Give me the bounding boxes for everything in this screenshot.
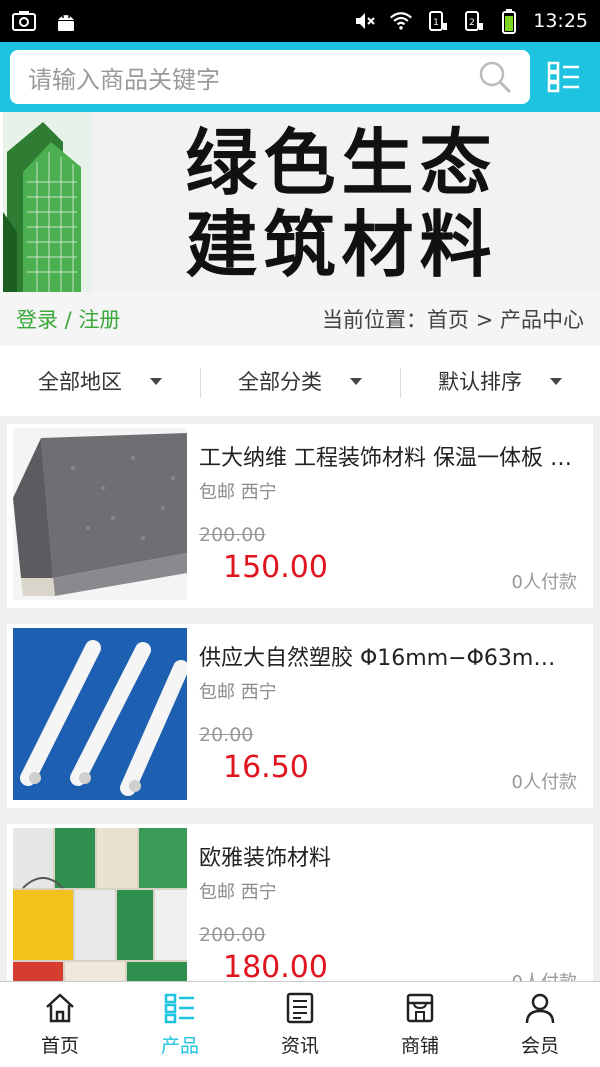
svg-text:2: 2 (469, 18, 475, 28)
tab-products-label: 产品 (160, 1035, 199, 1057)
product-shipping: 包邮 西宁 (199, 682, 277, 703)
filter-category-label: 全部分类 (238, 370, 322, 394)
product-title: 欧雅装饰材料 (199, 846, 332, 871)
register-link[interactable]: 注册 (78, 308, 120, 332)
search-bar[interactable]: 请输入商品关键字 (10, 50, 530, 104)
building-illustration (3, 112, 91, 292)
tab-home[interactable]: 首页 (0, 982, 120, 1067)
product-original-price: 20.00 (199, 724, 254, 746)
search-input[interactable]: 请输入商品关键字 (28, 60, 478, 95)
home-icon (46, 993, 74, 1023)
product-title: 供应大自然塑胶 Φ16mm−Φ63mm PPR管材 (199, 646, 575, 671)
banner-line-2: 建筑材料 (185, 203, 498, 287)
filter-bar: 全部地区 全部分类 默认排序 (0, 346, 600, 416)
product-paid-count: 0人付款 (511, 772, 577, 793)
product-price: 180.00 (223, 950, 328, 985)
chevron-down-icon (550, 377, 562, 385)
category-menu-icon[interactable] (546, 59, 582, 95)
product-original-price: 200.00 (199, 924, 266, 946)
product-card[interactable]: 供应大自然塑胶 Φ16mm−Φ63mm PPR管材 包邮 西宁 20.00 16… (7, 624, 593, 808)
product-title: 工大纳维 工程装饰材料 保温一体板 保温装饰一体板 (199, 446, 575, 471)
bottom-nav: 首页 产品 资讯 商铺 会员 (0, 981, 600, 1067)
sim2-icon: 2 (461, 9, 485, 33)
tab-shops-label: 商铺 (400, 1035, 439, 1057)
product-image (13, 628, 187, 800)
product-shipping: 包邮 西宁 (199, 882, 277, 903)
tab-products[interactable]: 产品 (120, 982, 240, 1067)
svg-text:1: 1 (433, 18, 439, 28)
battery-icon (497, 9, 521, 34)
products-icon (164, 993, 194, 1024)
shop-icon (406, 993, 434, 1023)
screenshot-icon (12, 9, 36, 33)
login-register: 登录 / 注册 (16, 304, 120, 334)
product-price: 16.50 (223, 750, 309, 785)
wifi-icon (389, 9, 413, 33)
product-card[interactable]: 工大纳维 工程装饰材料 保温一体板 保温装饰一体板 包邮 西宁 200.00 1… (7, 424, 593, 608)
app-header: 请输入商品关键字 (0, 42, 600, 112)
status-bar: 1 2 13:25 (0, 0, 600, 42)
product-image (13, 828, 187, 1000)
filter-category[interactable]: 全部分类 (200, 366, 400, 398)
login-link[interactable]: 登录 (16, 308, 58, 332)
promo-banner[interactable]: 绿色生态 建筑材料 (0, 112, 600, 292)
sim1-icon: 1 (425, 9, 449, 33)
mute-icon (353, 9, 377, 33)
login-separator: / (58, 308, 79, 332)
banner-line-1: 绿色生态 (185, 121, 498, 205)
tab-news-label: 资讯 (280, 1035, 319, 1057)
tab-news[interactable]: 资讯 (240, 982, 360, 1067)
product-price: 150.00 (223, 550, 328, 585)
product-image (13, 428, 187, 600)
filter-sort[interactable]: 默认排序 (400, 366, 600, 398)
breadcrumb: 当前位置：首页 > 产品中心 (322, 308, 584, 332)
product-paid-count: 0人付款 (511, 572, 577, 593)
filter-region[interactable]: 全部地区 (0, 366, 200, 396)
location-bar: 登录 / 注册 当前位置：首页 > 产品中心 (0, 292, 600, 346)
filter-region-label: 全部地区 (38, 370, 122, 394)
chevron-down-icon (150, 377, 162, 385)
search-icon[interactable] (478, 60, 512, 94)
filter-sort-label: 默认排序 (438, 370, 522, 394)
clock: 13:25 (533, 10, 588, 32)
news-icon (286, 992, 314, 1024)
tab-member[interactable]: 会员 (480, 982, 600, 1067)
product-original-price: 200.00 (199, 524, 266, 546)
tab-member-label: 会员 (520, 1035, 559, 1057)
chevron-down-icon (350, 377, 362, 385)
tab-shops[interactable]: 商铺 (360, 982, 480, 1067)
tab-home-label: 首页 (40, 1035, 79, 1057)
member-icon (525, 993, 555, 1024)
android-icon (54, 9, 78, 33)
product-shipping: 包邮 西宁 (199, 482, 277, 503)
